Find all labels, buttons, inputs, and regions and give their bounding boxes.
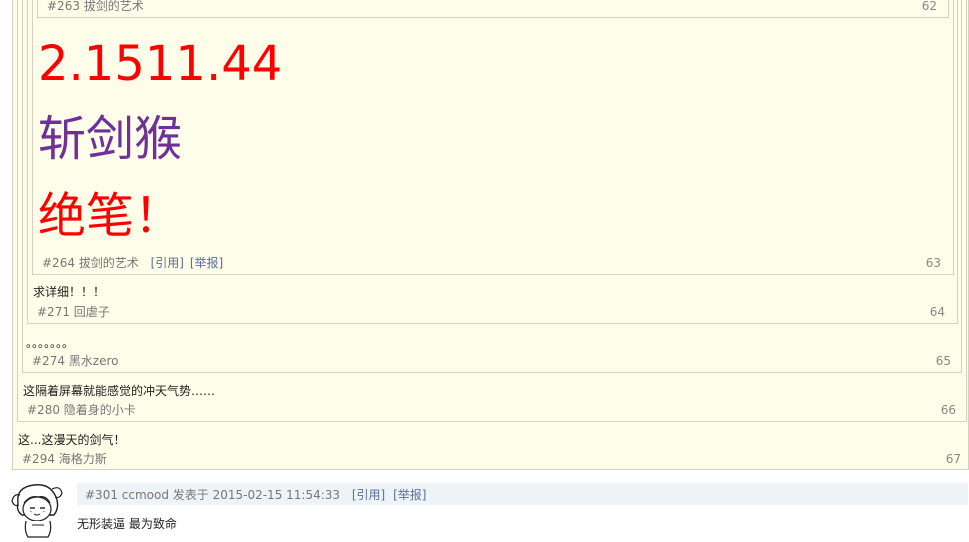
- user-avatar[interactable]: [10, 481, 66, 539]
- quote-271-footer: #271 回虐子 64: [37, 304, 945, 320]
- quote-263-floor: 62: [921, 0, 937, 13]
- quote-274-footer: #274 黑水zero 65: [32, 353, 951, 369]
- quote-264-line3: 绝笔！: [38, 188, 183, 244]
- post-author-line: #301 ccmood 发表于 2015-02-15 11:54:33: [85, 488, 341, 502]
- quote-294-floor: 67: [945, 452, 961, 466]
- quote-263-author: #263 拔剑的艺术: [47, 0, 144, 13]
- quote-264-author: #264 拔剑的艺术: [42, 256, 139, 270]
- quote-274-text: 。。。。。。。: [26, 336, 75, 350]
- quote-294-author: #294 海格力斯: [22, 452, 107, 466]
- post-content: 无形装逼 最为致命: [77, 517, 177, 531]
- quote-280-text: 这隔着屏幕就能感觉的冲天气势……: [23, 384, 216, 398]
- quote-271-floor: 64: [929, 305, 945, 319]
- quote-280-floor: 66: [940, 403, 956, 417]
- post-cite-link[interactable]: [引用]: [352, 488, 385, 502]
- post-header-bar: #301 ccmood 发表于 2015-02-15 11:54:33 [引用]…: [77, 483, 968, 505]
- quote-264-report-link[interactable]: [举报]: [190, 256, 223, 270]
- quote-280-footer: #280 隐着身的小卡 66: [27, 402, 956, 418]
- quote-274-floor: 65: [935, 354, 951, 368]
- quote-280-author: #280 隐着身的小卡: [27, 403, 136, 417]
- quote-264-footer: #264 拔剑的艺术 [引用] [举报] 63: [42, 255, 941, 271]
- quote-294-text: 这...这漫天的剑气！: [18, 433, 126, 447]
- quote-263-footer: #263 拔剑的艺术 62: [47, 0, 937, 14]
- quote-271-text: 求详细！！！: [33, 285, 106, 299]
- quote-264-cite-link[interactable]: [引用]: [151, 256, 184, 270]
- quote-264-floor: 63: [925, 256, 941, 270]
- quote-264-line1: 2.1511.44: [38, 36, 283, 92]
- avatar-icon: [11, 484, 63, 538]
- quote-271-author: #271 回虐子: [37, 305, 110, 319]
- quote-264-line2: 斩剑猴: [38, 111, 183, 167]
- quote-294-footer: #294 海格力斯 67: [22, 451, 961, 467]
- quote-274-author: #274 黑水zero: [32, 354, 119, 368]
- post-report-link[interactable]: [举报]: [393, 488, 426, 502]
